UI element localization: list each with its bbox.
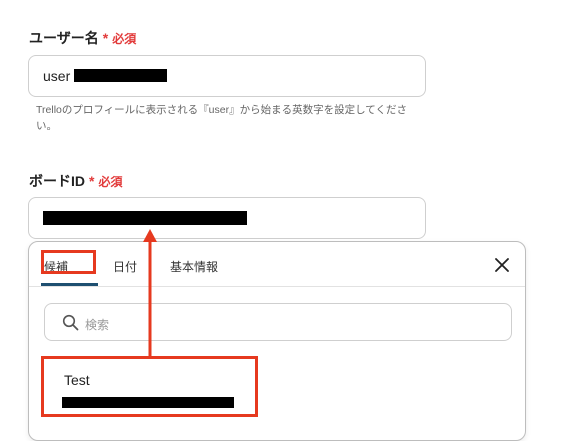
username-label: ユーザー名 xyxy=(29,30,99,46)
close-icon[interactable] xyxy=(493,256,511,274)
username-input[interactable]: user xyxy=(28,55,426,97)
username-value: user xyxy=(43,68,71,84)
search-icon xyxy=(62,314,79,331)
required-text: 必須 xyxy=(98,175,123,189)
board-id-input[interactable] xyxy=(28,197,426,239)
dropdown-search-input[interactable]: 検索 xyxy=(44,303,512,341)
search-placeholder: 検索 xyxy=(85,318,110,332)
username-help-text: Trelloのプロフィールに表示される『user』から始まる英数字を設定してくだ… xyxy=(36,104,407,132)
tabs-divider xyxy=(29,286,525,287)
username-redaction xyxy=(74,69,167,82)
required-star: * xyxy=(102,30,109,46)
username-label-row: ユーザー名 * 必須 xyxy=(29,28,136,48)
board-id-redaction xyxy=(43,211,247,225)
board-label-row: ボードID * 必須 xyxy=(29,171,122,191)
tab-basic-info[interactable]: 基本情報 xyxy=(170,258,218,275)
required-text: 必須 xyxy=(112,32,137,46)
tab-date[interactable]: 日付 xyxy=(113,258,137,275)
tab-highlight-box xyxy=(41,250,96,274)
board-id-label: ボードID xyxy=(29,173,85,189)
required-star: * xyxy=(89,173,95,189)
option-highlight-box xyxy=(41,356,258,417)
